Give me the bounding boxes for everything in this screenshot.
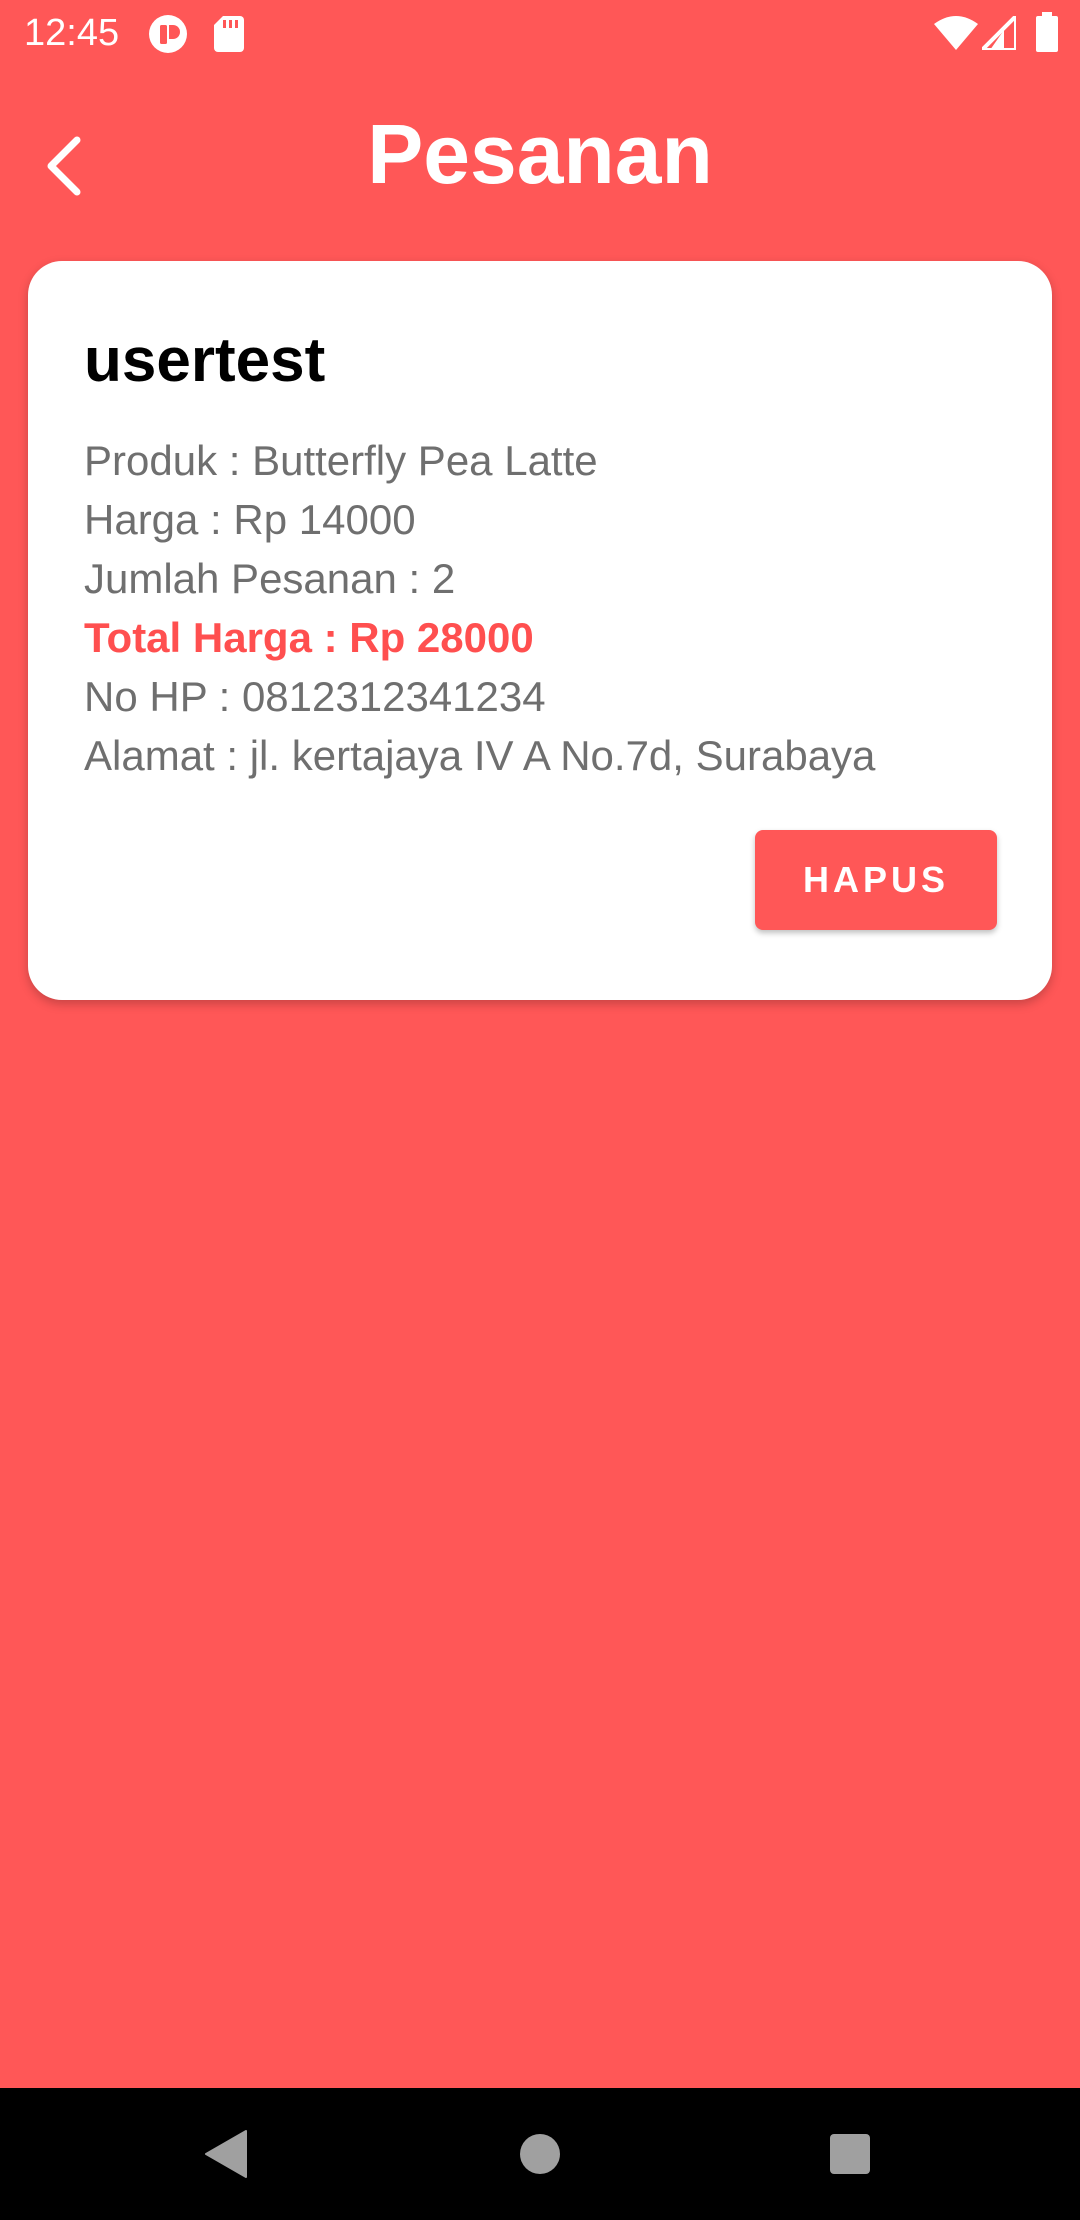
quantity-text: Jumlah Pesanan : 2	[84, 555, 456, 602]
signal-icon	[982, 16, 1016, 50]
page-title: Pesanan	[367, 107, 713, 201]
nav-back-button[interactable]	[196, 2124, 256, 2184]
recents-square-icon	[830, 2134, 870, 2174]
orders-screen: 12:45 Pesanan usertest Produk: Butterfl…	[0, 0, 1080, 2220]
nav-home-button[interactable]	[510, 2124, 570, 2184]
total-price-text: Total Harga : Rp 28000	[84, 614, 534, 661]
app-notification-icon	[149, 15, 187, 53]
battery-icon	[1036, 12, 1058, 52]
product-text: Produk : Butterfly Pea Latte	[84, 437, 598, 484]
app-header: Pesanan	[0, 66, 1080, 256]
home-circle-icon	[520, 2134, 560, 2174]
phone-text: No HP : 0812312341234	[84, 673, 546, 720]
status-bar: 12:45	[0, 0, 1080, 66]
nav-recents-button[interactable]	[820, 2124, 880, 2184]
system-navigation-bar	[0, 2088, 1080, 2220]
sd-card-icon	[214, 16, 244, 52]
order-details: Produk : Butterfly Pea Latte Harga : Rp …	[84, 431, 1024, 785]
status-time: 12:45	[24, 12, 120, 54]
address-text: Alamat : jl. kertajaya IV A No.7d, Surab…	[84, 732, 876, 779]
price-text: Harga : Rp 14000	[84, 496, 416, 543]
back-triangle-icon	[205, 2130, 247, 2178]
wifi-icon	[934, 16, 978, 50]
delete-order-button[interactable]: HAPUS	[755, 830, 997, 930]
order-card: usertest Produk : Butterfly Pea Latte Ha…	[28, 261, 1052, 1000]
order-username: usertest	[84, 326, 326, 395]
